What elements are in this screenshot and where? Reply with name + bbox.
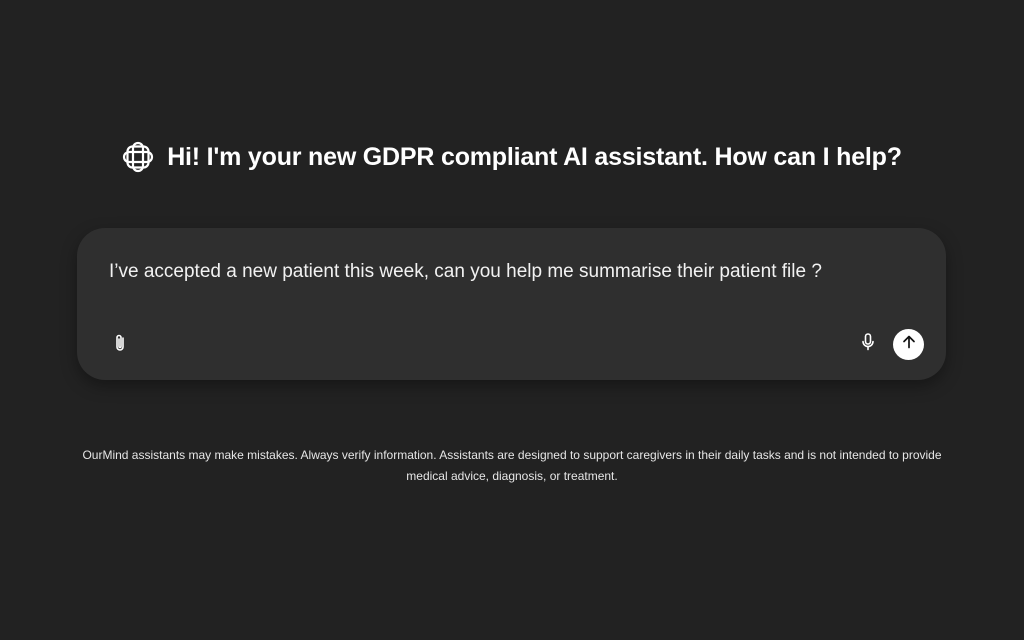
- message-composer: I’ve accepted a new patient this week, c…: [77, 228, 946, 380]
- message-input[interactable]: I’ve accepted a new patient this week, c…: [109, 261, 909, 283]
- greeting-title: Hi! I'm your new GDPR compliant AI assis…: [167, 142, 902, 171]
- voice-input-button[interactable]: [858, 332, 878, 356]
- greeting-header: Hi! I'm your new GDPR compliant AI assis…: [0, 141, 1024, 173]
- disclaimer-text: OurMind assistants may make mistakes. Al…: [62, 445, 962, 487]
- disclaimer-line: medical advice, diagnosis, or treatment.: [406, 469, 618, 483]
- paperclip-icon: [113, 333, 127, 358]
- attach-file-button[interactable]: [110, 333, 130, 357]
- microphone-icon: [861, 332, 875, 356]
- assistant-logo-icon: [122, 141, 154, 173]
- arrow-up-icon: [902, 335, 916, 354]
- disclaimer-line: OurMind assistants may make mistakes. Al…: [82, 448, 942, 462]
- send-button[interactable]: [893, 329, 924, 360]
- assistant-page: Hi! I'm your new GDPR compliant AI assis…: [0, 0, 1024, 640]
